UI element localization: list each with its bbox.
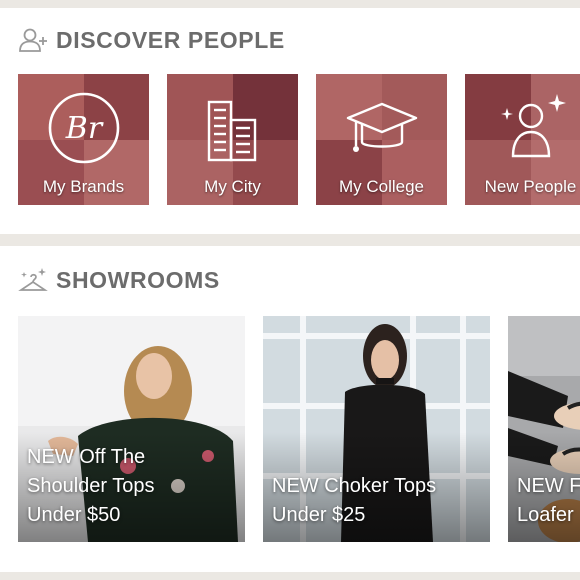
discover-tiles: Br My Brands My City My College New Peop…: [18, 74, 580, 205]
graduation-cap-icon: [346, 102, 417, 152]
my-brands-tile[interactable]: Br My Brands: [18, 74, 149, 205]
new-people-label: New People: [484, 177, 577, 196]
discover-people-title: DISCOVER PEOPLE: [56, 26, 285, 53]
sparkle-hanger-icon: [18, 268, 48, 291]
discover-people-header: DISCOVER PEOPLE: [18, 26, 285, 54]
showrooms-header: SHOWROOMS: [18, 266, 220, 294]
discover-people-section: DISCOVER PEOPLE Br My Brands My City My …: [0, 8, 580, 234]
my-city-label: My City: [204, 177, 261, 196]
brand-monogram-icon: Br: [48, 92, 119, 164]
my-brands-label: My Brands: [42, 177, 125, 196]
add-person-icon: [19, 28, 47, 52]
showroom-label: NEW Choker Tops Under $25: [272, 475, 437, 526]
my-city-tile[interactable]: My City: [167, 74, 298, 205]
showroom-card-choker-tops[interactable]: NEW Choker Tops Under $25: [263, 316, 490, 542]
svg-text:Br: Br: [64, 111, 103, 146]
showroom-label: NEW Off The Shoulder Tops Under $50: [27, 446, 155, 526]
my-college-label: My College: [338, 177, 425, 196]
showroom-cards: NEW Off The Shoulder Tops Under $50 NEW …: [18, 316, 580, 542]
city-buildings-icon: [207, 100, 256, 162]
showrooms-title: SHOWROOMS: [56, 266, 220, 293]
showroom-card-loafers[interactable]: NEW F Loafer: [508, 316, 580, 542]
showroom-label: NEW F Loafer: [517, 475, 580, 526]
showroom-card-off-shoulder[interactable]: NEW Off The Shoulder Tops Under $50: [18, 316, 245, 542]
new-people-tile[interactable]: New People: [465, 74, 580, 205]
sparkle-person-icon: [500, 94, 566, 158]
my-college-tile[interactable]: My College: [316, 74, 447, 205]
showrooms-section: SHOWROOMS NEW Off The Shoulder Tops Unde…: [0, 246, 580, 572]
